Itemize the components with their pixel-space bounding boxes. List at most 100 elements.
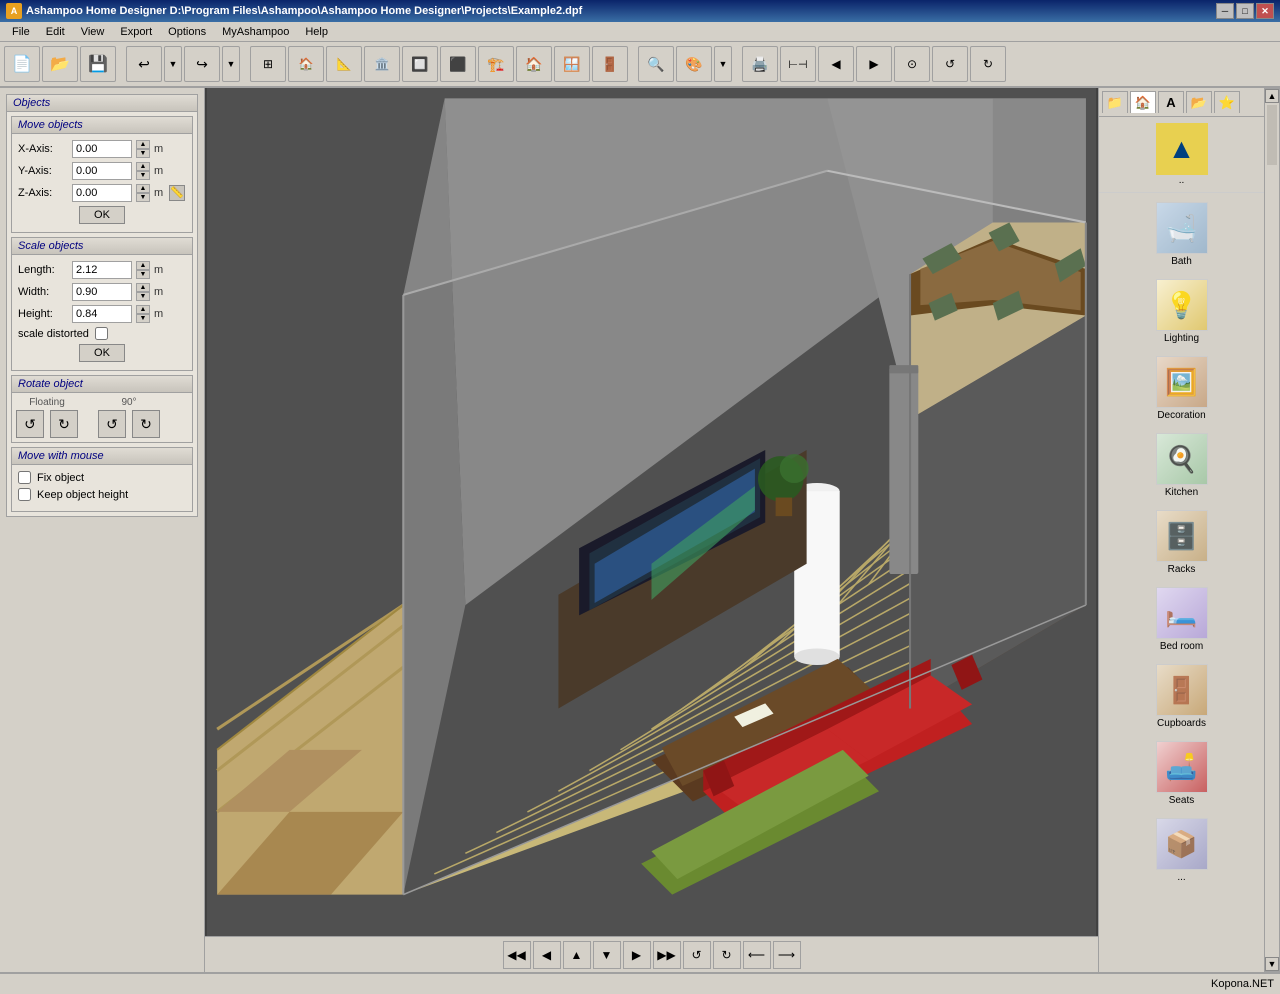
catalog-item-lighting[interactable]: 💡 Lighting xyxy=(1151,274,1213,349)
tab-open-folder[interactable]: 📂 xyxy=(1186,91,1212,113)
move-ok-button[interactable]: OK xyxy=(79,206,125,224)
nav-next[interactable]: ▶ xyxy=(623,941,651,969)
y-axis-down[interactable]: ▼ xyxy=(136,171,150,180)
z-axis-icon: 📏 xyxy=(169,185,185,201)
catalog-up-item[interactable]: ▲ .. xyxy=(1099,117,1264,193)
maximize-button[interactable]: □ xyxy=(1236,3,1254,19)
undo-button[interactable]: ↩ xyxy=(126,46,162,82)
scale-distorted-checkbox[interactable] xyxy=(95,327,108,340)
nav-down[interactable]: ▼ xyxy=(593,941,621,969)
view-facade-button[interactable]: 🏛️ xyxy=(364,46,400,82)
new-button[interactable]: 📄 xyxy=(4,46,40,82)
catalog-item-extra[interactable]: 📦 ... xyxy=(1151,813,1213,888)
nav-rotate-l[interactable]: ↺ xyxy=(932,46,968,82)
nav-rotate-cw[interactable]: ↻ xyxy=(713,941,741,969)
menu-item-export[interactable]: Export xyxy=(112,24,160,40)
catalog-item-bedroom[interactable]: 🛏️ Bed room xyxy=(1151,582,1213,657)
render-button[interactable]: 🎨 xyxy=(676,46,712,82)
nav-left[interactable]: ◀ xyxy=(818,46,854,82)
rotate-object-title: Rotate object xyxy=(12,376,192,393)
height-down[interactable]: ▼ xyxy=(136,314,150,323)
x-axis-up[interactable]: ▲ xyxy=(136,140,150,149)
add-roof-button[interactable]: 🏠 xyxy=(516,46,552,82)
nav-center[interactable]: ⊙ xyxy=(894,46,930,82)
view-plan-button[interactable]: 📐 xyxy=(326,46,362,82)
nav-rotate-ccw[interactable]: ↺ xyxy=(683,941,711,969)
scroll-thumb[interactable] xyxy=(1267,105,1277,165)
redo-dropdown[interactable]: ▼ xyxy=(222,46,240,82)
y-axis-up[interactable]: ▲ xyxy=(136,162,150,171)
add-wall-button[interactable]: 🔲 xyxy=(402,46,438,82)
length-up[interactable]: ▲ xyxy=(136,261,150,270)
view-3d-button[interactable]: 🏠 xyxy=(288,46,324,82)
render-dropdown[interactable]: ▼ xyxy=(714,46,732,82)
print-button[interactable]: 🖨️ xyxy=(742,46,778,82)
nav-prev-prev[interactable]: ◀◀ xyxy=(503,941,531,969)
menu-item-options[interactable]: Options xyxy=(160,24,214,40)
length-down[interactable]: ▼ xyxy=(136,270,150,279)
tab-folder[interactable]: 📁 xyxy=(1102,91,1128,113)
length-input[interactable] xyxy=(72,261,132,279)
z-axis-up[interactable]: ▲ xyxy=(136,184,150,193)
z-axis-down[interactable]: ▼ xyxy=(136,193,150,202)
menu-item-edit[interactable]: Edit xyxy=(38,24,73,40)
nav-right[interactable]: ▶ xyxy=(856,46,892,82)
add-door-button[interactable]: 🚪 xyxy=(592,46,628,82)
redo-button[interactable]: ↪ xyxy=(184,46,220,82)
canvas-area[interactable]: ◀◀ ◀ ▲ ▼ ▶ ▶▶ ↺ ↻ ⟵ ⟶ xyxy=(205,88,1098,972)
3d-view[interactable] xyxy=(205,88,1098,936)
nav-rotate-r[interactable]: ↻ xyxy=(970,46,1006,82)
scroll-down-arrow[interactable]: ▼ xyxy=(1265,957,1279,971)
menu-item-view[interactable]: View xyxy=(73,24,113,40)
scale-ok-button[interactable]: OK xyxy=(79,344,125,362)
menu-item-file[interactable]: File xyxy=(4,24,38,40)
width-down[interactable]: ▼ xyxy=(136,292,150,301)
z-axis-input[interactable] xyxy=(72,184,132,202)
x-axis-down[interactable]: ▼ xyxy=(136,149,150,158)
width-up[interactable]: ▲ xyxy=(136,283,150,292)
bath-icon: 🛁 xyxy=(1156,202,1208,254)
add-room-button[interactable]: ⬛ xyxy=(440,46,476,82)
catalog-item-decoration[interactable]: 🖼️ Decoration xyxy=(1151,351,1213,426)
nav-prev[interactable]: ◀ xyxy=(533,941,561,969)
menu-item-help[interactable]: Help xyxy=(297,24,336,40)
tab-star[interactable]: ⭐ xyxy=(1214,91,1240,113)
menu-item-myashampoo[interactable]: MyAshampoo xyxy=(214,24,297,40)
height-input[interactable] xyxy=(72,305,132,323)
close-button[interactable]: ✕ xyxy=(1256,3,1274,19)
measure-button[interactable]: ⊢⊣ xyxy=(780,46,816,82)
keep-height-checkbox[interactable] xyxy=(18,488,31,501)
nav-next-next[interactable]: ▶▶ xyxy=(653,941,681,969)
catalog-item-kitchen[interactable]: 🍳 Kitchen xyxy=(1151,428,1213,503)
y-axis-input[interactable] xyxy=(72,162,132,180)
rotate-float-cw[interactable]: ↻ xyxy=(50,410,78,438)
catalog-item-racks[interactable]: 🗄️ Racks xyxy=(1151,505,1213,580)
catalog-item-cupboards[interactable]: 🚪 Cupboards xyxy=(1151,659,1213,734)
rotate-90-cw[interactable]: ↻ xyxy=(132,410,160,438)
nav-up[interactable]: ▲ xyxy=(563,941,591,969)
save-button[interactable]: 💾 xyxy=(80,46,116,82)
search-button[interactable]: 🔍 xyxy=(638,46,674,82)
tab-home[interactable]: 🏠 xyxy=(1130,91,1156,113)
scroll-up-arrow[interactable]: ▲ xyxy=(1265,89,1279,103)
right-scrollbar[interactable]: ▲ ▼ xyxy=(1264,88,1280,972)
nav-pan-right[interactable]: ⟶ xyxy=(773,941,801,969)
undo-dropdown[interactable]: ▼ xyxy=(164,46,182,82)
rotate-90-ccw[interactable]: ↺ xyxy=(98,410,126,438)
scale-objects-group: Scale objects Length: ▲ ▼ m Width: xyxy=(11,237,193,371)
nav-pan-left[interactable]: ⟵ xyxy=(743,941,771,969)
scale-distorted-label: scale distorted xyxy=(18,328,89,340)
add-stair-button[interactable]: 🏗️ xyxy=(478,46,514,82)
minimize-button[interactable]: ─ xyxy=(1216,3,1234,19)
view-2d-button[interactable]: ⊞ xyxy=(250,46,286,82)
open-button[interactable]: 📂 xyxy=(42,46,78,82)
width-input[interactable] xyxy=(72,283,132,301)
tab-text[interactable]: A xyxy=(1158,91,1184,113)
height-up[interactable]: ▲ xyxy=(136,305,150,314)
x-axis-input[interactable] xyxy=(72,140,132,158)
add-window-button[interactable]: 🪟 xyxy=(554,46,590,82)
catalog-item-seats[interactable]: 🛋️ Seats xyxy=(1151,736,1213,811)
rotate-float-ccw[interactable]: ↺ xyxy=(16,410,44,438)
catalog-item-bath[interactable]: 🛁 Bath xyxy=(1151,197,1213,272)
fix-object-checkbox[interactable] xyxy=(18,471,31,484)
